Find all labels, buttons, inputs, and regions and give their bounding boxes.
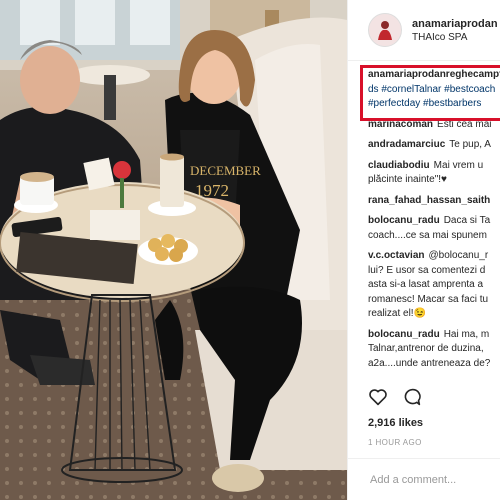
list-item: v.c.octavian @bolocanu_r lui? E usor sa c… (368, 249, 500, 322)
post-photo[interactable]: DECEMBER 1972 (0, 0, 347, 500)
comment-text: Daca si Ta (443, 215, 491, 226)
highlight-box (360, 65, 500, 121)
avatar[interactable] (368, 13, 402, 47)
heart-icon (369, 389, 387, 406)
comment-username[interactable]: claudiabodiu (368, 160, 430, 171)
comment-text: coach....ce sa mai spunem (368, 229, 487, 241)
comment-username[interactable]: andradamarciuc (368, 139, 445, 150)
comment-username[interactable]: bolocanu_radu (368, 215, 440, 226)
list-item: bolocanu_radu Daca si Ta coach....ce sa m… (368, 214, 500, 243)
comment-text: plăcinte inainte"!♥ (368, 174, 447, 185)
list-item: rana_fahad_hassan_saith (368, 194, 500, 209)
comment-username[interactable]: rana_fahad_hassan_saith (368, 195, 490, 206)
comment-text: Te pup, A (449, 139, 491, 150)
add-comment-bar (348, 458, 500, 487)
post-side-panel: anamariaprodan THAIco SPA anamariaprodan… (347, 0, 500, 500)
caption: anamariaprodanreghecampf ds #cornelTalna… (360, 65, 500, 121)
comment-text: a2a....unde antreneaza de? (368, 357, 491, 369)
header-username[interactable]: anamariaprodan (412, 18, 498, 30)
comment-text: realizat el!😉 (368, 308, 427, 319)
comment-username[interactable]: bolocanu_radu (368, 329, 440, 340)
comment-username[interactable]: v.c.octavian (368, 250, 425, 261)
comment-text: lui? E usor sa comentezi d (368, 264, 486, 276)
list-item: andradamarciuc Te pup, A (368, 138, 500, 153)
comment-text: Hai ma, m (443, 328, 490, 340)
comment-text: romanesc! Macar sa faci tu (368, 293, 489, 305)
list-item: claudiabodiu Mai vrem u plăcinte inainte"… (368, 159, 500, 188)
comment-text: asta si-a lasat amprenta a (368, 279, 484, 290)
likes-count[interactable]: 2,916 likes (368, 417, 423, 429)
comment-button[interactable] (402, 388, 422, 409)
like-button[interactable] (368, 388, 388, 409)
header-location[interactable]: THAIco SPA (412, 32, 498, 43)
comment-text: Mai vrem u (433, 159, 484, 171)
post-actions (368, 388, 422, 409)
comment-input[interactable] (368, 473, 497, 487)
avatar-icon (378, 21, 392, 40)
post-timestamp: 1 HOUR AGO (368, 438, 422, 447)
comment-icon (404, 388, 421, 406)
photo-illustration: DECEMBER 1972 (0, 0, 347, 500)
comment-text: Talnar,antrenor de duzina, (368, 343, 484, 354)
instagram-post: DECEMBER 1972 anamariaprodan THAIco SPA … (0, 0, 500, 500)
post-header: anamariaprodan THAIco SPA (348, 0, 500, 61)
svg-text:DECEMBER: DECEMBER (190, 163, 261, 178)
comment-text: @bolocanu_r (428, 250, 489, 261)
comments-list: anamariaprodanreghecampf ds #cornelTalna… (360, 65, 500, 377)
list-item: bolocanu_radu Hai ma, m Talnar,antrenor d… (368, 328, 500, 372)
